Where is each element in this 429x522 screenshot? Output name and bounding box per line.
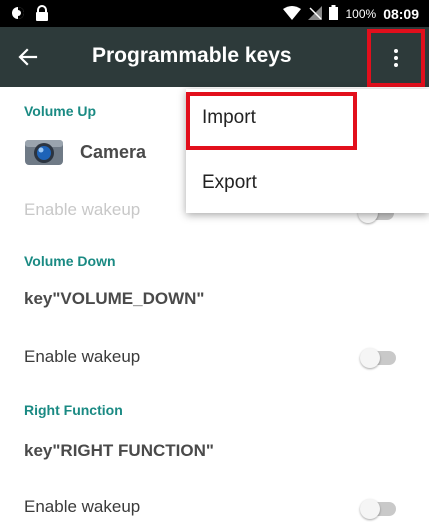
status-bar: 100% 08:09 — [0, 0, 429, 27]
volume-up-app-name: Camera — [80, 142, 147, 162]
toggle-knob — [360, 499, 380, 519]
section-volume-down-label: Volume Down — [24, 253, 116, 269]
page-title: Programmable keys — [92, 44, 292, 67]
battery-icon — [329, 5, 339, 23]
no-signal-icon — [308, 5, 323, 23]
overflow-menu-button[interactable] — [367, 29, 425, 87]
section-volume-up-label: Volume Up — [24, 103, 97, 119]
right-function-wakeup-label: Enable wakeup — [24, 497, 141, 516]
volume-up-wakeup-label: Enable wakeup — [24, 200, 141, 219]
arrow-left-icon[interactable] — [16, 45, 40, 69]
app-bar: Programmable keys — [0, 27, 429, 87]
volume-down-wakeup-toggle[interactable] — [360, 348, 396, 368]
section-right-function-label: Right Function — [24, 402, 123, 418]
menu-item-export[interactable]: Export — [186, 151, 429, 211]
volume-down-key-value[interactable]: key"VOLUME_DOWN" — [24, 289, 204, 309]
lock-icon — [35, 5, 49, 26]
volume-down-wakeup-label: Enable wakeup — [24, 347, 141, 366]
clock: 08:09 — [383, 6, 419, 22]
camera-icon — [24, 139, 64, 166]
import-highlight-box — [186, 92, 357, 150]
right-function-key-value[interactable]: key"RIGHT FUNCTION" — [24, 441, 214, 461]
brightness-icon — [10, 5, 26, 26]
wifi-icon — [283, 5, 302, 23]
right-function-wakeup-toggle[interactable] — [360, 499, 396, 519]
toggle-knob — [360, 348, 380, 368]
more-vertical-icon — [394, 48, 398, 68]
menu-item-export-label: Export — [202, 172, 257, 193]
battery-percent: 100% — [345, 7, 377, 21]
